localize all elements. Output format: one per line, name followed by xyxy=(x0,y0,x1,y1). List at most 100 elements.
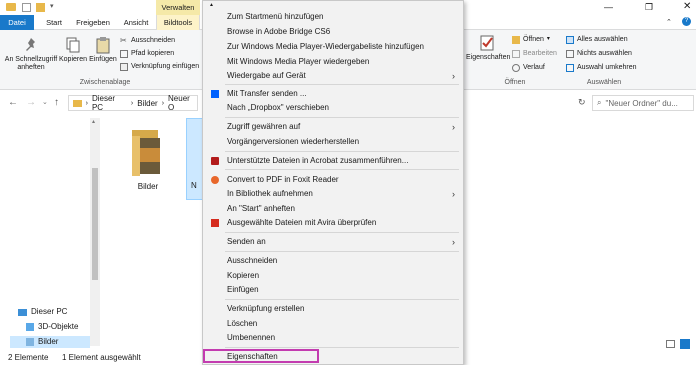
select-none-button[interactable]: Nichts auswählen xyxy=(566,48,632,59)
paste-label: Einfügen xyxy=(89,56,117,63)
menu-item-cut[interactable]: Ausschneiden xyxy=(203,254,463,268)
sidebar-scrollbar[interactable]: ▴ xyxy=(90,118,100,346)
tab-start[interactable]: Start xyxy=(38,15,70,30)
forward-arrow-icon[interactable]: → xyxy=(26,97,36,108)
cut-button[interactable]: ✂ Ausschneiden xyxy=(120,35,175,46)
menu-item-transfer[interactable]: Mit Transfer senden ... xyxy=(203,87,463,101)
menu-item-move-dropbox[interactable]: Nach „Dropbox" verschieben xyxy=(203,101,463,115)
scissors-icon: ✂ xyxy=(120,35,127,45)
verwalten-contextual-label: Verwalten xyxy=(156,0,200,15)
menu-item-adobe-bridge[interactable]: Browse in Adobe Bridge CS6 xyxy=(203,25,463,39)
select-none-icon xyxy=(566,49,574,58)
menu-item-label: Browse in Adobe Bridge CS6 xyxy=(227,27,331,36)
menu-item-rename[interactable]: Umbenennen xyxy=(203,331,463,345)
copy-path-button[interactable]: Pfad kopieren xyxy=(120,48,174,59)
new-folder-quick-icon[interactable] xyxy=(36,3,45,12)
pin-quick-access-button[interactable]: An Schnellzugriff anheften xyxy=(2,36,60,72)
menu-item-pin-start[interactable]: An "Start" anheften xyxy=(203,202,463,216)
menu-item-label: Wiedergabe auf Gerät xyxy=(227,71,306,80)
cut-label: Ausschneiden xyxy=(131,37,175,44)
menu-item-send-to[interactable]: Senden an › xyxy=(203,235,463,249)
list-item[interactable]: Bilder xyxy=(120,124,176,198)
history-button[interactable]: Verlauf xyxy=(512,62,545,73)
history-icon xyxy=(512,63,520,72)
menu-item-delete[interactable]: Löschen xyxy=(203,317,463,331)
tab-datei[interactable]: Datei xyxy=(0,15,34,30)
select-none-label: Nichts auswählen xyxy=(577,50,632,57)
history-label: Verlauf xyxy=(523,64,545,71)
pin-icon xyxy=(22,36,40,54)
tab-freigeben[interactable]: Freigeben xyxy=(72,15,114,30)
select-group-label: Auswählen xyxy=(586,79,622,86)
sidebar-item-bilder[interactable]: Bilder xyxy=(10,336,90,348)
breadcrumb-neuer-ordner[interactable]: Neuer O xyxy=(168,94,197,112)
menu-item-restore-versions[interactable]: Vorgängerversionen wiederherstellen xyxy=(203,135,463,149)
up-arrow-icon[interactable]: ↑ xyxy=(54,97,59,108)
submenu-arrow-icon: › xyxy=(452,71,455,81)
invert-selection-button[interactable]: Auswahl umkehren xyxy=(566,62,637,73)
submenu-arrow-icon: › xyxy=(452,122,455,132)
menu-item-play-on-device[interactable]: Wiedergabe auf Gerät › xyxy=(203,69,463,83)
menu-item-label: Löschen xyxy=(227,319,258,328)
menu-item-startmenu[interactable]: Zum Startmenü hinzufügen xyxy=(203,10,463,24)
paste-shortcut-button[interactable]: Verknüpfung einfügen xyxy=(120,61,199,72)
large-icons-view-icon[interactable] xyxy=(680,339,690,349)
tab-ansicht[interactable]: Ansicht xyxy=(118,15,154,30)
menu-item-label: Unterstützte Dateien in Acrobat zusammen… xyxy=(227,156,409,165)
dropbox-icon xyxy=(211,90,219,98)
maximize-button[interactable]: ❐ xyxy=(645,2,653,13)
edit-button[interactable]: Bearbeiten xyxy=(512,48,557,59)
properties-check-icon xyxy=(478,34,496,52)
sidebar-item-dieser-pc[interactable]: Dieser PC xyxy=(10,306,90,318)
minimize-button[interactable]: — xyxy=(604,2,613,12)
menu-item-paste[interactable]: Einfügen xyxy=(203,283,463,297)
tab-bildtools[interactable]: Bildtools xyxy=(156,15,200,30)
properties-quick-icon[interactable] xyxy=(22,3,31,12)
details-view-icon[interactable] xyxy=(666,340,675,348)
menu-item-copy[interactable]: Kopieren xyxy=(203,269,463,283)
3d-objects-icon xyxy=(26,323,34,331)
menu-separator xyxy=(225,84,459,85)
quick-access-dropdown-icon[interactable]: ▾ xyxy=(50,2,54,10)
sidebar-item-3d-objekte[interactable]: 3D-Objekte xyxy=(10,321,90,333)
menu-item-grant-access[interactable]: Zugriff gewähren auf › xyxy=(203,120,463,134)
menu-item-wmp-play[interactable]: Mit Windows Media Player wiedergeben xyxy=(203,55,463,69)
select-all-button[interactable]: Alles auswählen xyxy=(566,34,628,45)
menu-item-label: Kopieren xyxy=(227,271,260,280)
open-button[interactable]: Öffnen ▾ xyxy=(512,34,550,45)
address-bar[interactable]: › Dieser PC › Bilder › Neuer O xyxy=(68,94,198,112)
search-placeholder: "Neuer Ordner" du... xyxy=(605,98,678,108)
copy-button[interactable]: Kopieren xyxy=(58,36,88,64)
menu-item-acrobat-merge[interactable]: Unterstützte Dateien in Acrobat zusammen… xyxy=(203,154,463,168)
scrollbar-thumb[interactable] xyxy=(92,168,98,280)
menu-item-wmp-playlist[interactable]: Zur Windows Media Player-Wiedergabeliste… xyxy=(203,40,463,54)
properties-ribbon-button[interactable]: Eigenschaften xyxy=(466,34,511,62)
pictures-icon xyxy=(26,338,34,346)
menu-item-foxit-convert[interactable]: Convert to PDF in Foxit Reader xyxy=(203,173,463,187)
back-arrow-icon[interactable]: ← xyxy=(8,97,18,108)
menu-separator xyxy=(225,151,459,152)
menu-item-avira-scan[interactable]: Ausgewählte Dateien mit Avira überprüfen xyxy=(203,216,463,230)
collapse-ribbon-icon[interactable]: ⌃ xyxy=(666,18,672,26)
edit-icon xyxy=(512,49,520,58)
context-menu: ▲ Zum Startmenü hinzufügen Browse in Ado… xyxy=(202,0,464,365)
menu-item-properties[interactable]: Eigenschaften xyxy=(203,350,463,364)
menu-separator xyxy=(225,347,459,348)
refresh-icon[interactable]: ↻ xyxy=(578,97,586,108)
scroll-up-icon[interactable]: ▴ xyxy=(92,118,95,125)
copy-path-icon xyxy=(120,49,128,58)
folder-thumbnail-icon xyxy=(132,130,160,176)
paste-button[interactable]: Einfügen xyxy=(88,36,118,64)
breadcrumb-dieser-pc[interactable]: Dieser PC xyxy=(92,94,127,112)
menu-item-label: Einfügen xyxy=(227,285,259,294)
help-icon[interactable]: ? xyxy=(682,17,691,26)
search-box[interactable]: ⌕ "Neuer Ordner" du... xyxy=(592,95,694,111)
properties-ribbon-label: Eigenschaften xyxy=(466,54,511,61)
paste-icon xyxy=(94,36,112,54)
menu-item-create-shortcut[interactable]: Verknüpfung erstellen xyxy=(203,302,463,316)
breadcrumb-bilder[interactable]: Bilder xyxy=(137,99,157,108)
copy-path-label: Pfad kopieren xyxy=(131,50,175,57)
menu-item-add-library[interactable]: In Bibliothek aufnehmen › xyxy=(203,187,463,201)
recent-locations-icon[interactable]: ⌄ xyxy=(42,98,48,106)
close-button[interactable]: ✕ xyxy=(683,1,691,12)
